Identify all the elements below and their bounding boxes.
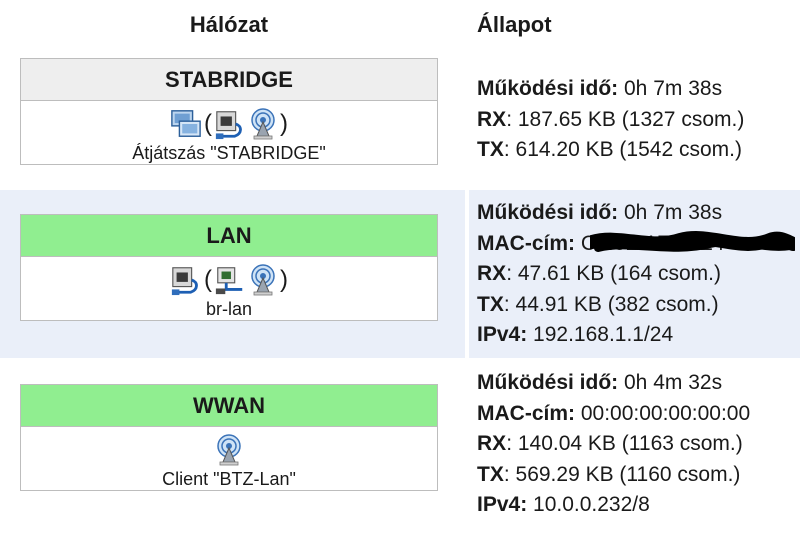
mac-label: MAC-cím: xyxy=(477,401,575,425)
interface-icons: ( ) xyxy=(21,107,437,141)
uptime-label: Működési idő: xyxy=(477,371,619,394)
rx-value: : 47.61 KB (164 csom.) xyxy=(506,262,721,285)
interface-name: WWAN xyxy=(21,385,437,427)
interface-card-wwan[interactable]: WWAN Client "BTZ-Lan" xyxy=(20,384,438,491)
interface-icons: ( ) xyxy=(21,263,437,297)
interface-card-stabridge[interactable]: STABRIDGE ( ) Átjátszás "STABRIDGE" xyxy=(20,58,438,165)
tx-value: : 569.29 KB (1160 csom.) xyxy=(503,462,741,486)
rx-label: RX xyxy=(477,107,507,131)
interface-description: Átjátszás "STABRIDGE" xyxy=(132,143,326,163)
uptime-value: 0h 7m 38s xyxy=(618,77,723,100)
rx-label: RX xyxy=(477,432,507,455)
mac-label: MAC-cím: xyxy=(477,231,575,255)
interface-name: STABRIDGE xyxy=(21,59,437,101)
interface-icons xyxy=(21,433,437,467)
ethernet-icon xyxy=(170,264,202,296)
ipv4-label: IPv4: xyxy=(477,493,528,516)
uptime-label: Működési idő: xyxy=(477,77,619,100)
ethernet-icon xyxy=(214,108,246,140)
tx-label: TX xyxy=(477,462,504,486)
ipv4-value: 192.168.1.1/24 xyxy=(527,323,674,346)
rx-value: : 140.04 KB (1163 csom.) xyxy=(506,432,743,455)
interface-description: Client "BTZ-Lan" xyxy=(162,469,296,489)
rx-label: RX xyxy=(477,262,507,285)
interface-status: Működési idő: 0h 7m 38s MAC-cím: C4:6E:1… xyxy=(477,198,724,351)
rx-value: : 187.65 KB (1327 csom.) xyxy=(506,107,745,131)
interface-row-lan: LAN ( ) br-lan Működési idő: 0h 7m 38s M… xyxy=(0,190,800,358)
ipv4-value: 10.0.0.232/8 xyxy=(527,493,650,516)
table-header: Hálózat Állapot xyxy=(0,0,800,50)
redaction-scribble xyxy=(590,231,795,252)
wifi-icon xyxy=(248,264,278,296)
network-column-header: Hálózat xyxy=(189,12,269,37)
interface-status: Működési idő: 0h 7m 38s RX: 187.65 KB (1… xyxy=(477,74,744,166)
interface-card-lan[interactable]: LAN ( ) br-lan xyxy=(20,214,438,321)
tx-label: TX xyxy=(477,138,504,161)
interface-status: Működési idő: 0h 4m 32s MAC-cím: 00:00:0… xyxy=(477,368,750,521)
mac-value: 00:00:00:00:00:00 xyxy=(575,401,751,425)
tx-value: : 44.91 KB (382 csom.) xyxy=(503,292,719,316)
ipv4-label: IPv4: xyxy=(477,323,528,346)
interface-row-wwan: WWAN Client "BTZ-Lan" Működési idő: 0h 4… xyxy=(0,358,800,535)
interface-row-stabridge: STABRIDGE ( ) Átjátszás "STABRIDGE" Műkö… xyxy=(0,50,800,190)
status-column-header: Állapot xyxy=(477,12,552,37)
switch-icon xyxy=(214,264,246,296)
interface-description: br-lan xyxy=(205,299,253,319)
tx-label: TX xyxy=(477,292,504,316)
tx-value: : 614.20 KB (1542 csom.) xyxy=(503,138,742,161)
uptime-value: 0h 4m 32s xyxy=(618,371,723,394)
bridge-icon xyxy=(170,108,202,140)
wifi-icon xyxy=(214,434,244,466)
wifi-icon xyxy=(248,108,278,140)
uptime-value: 0h 7m 38s xyxy=(618,201,723,224)
interface-name: LAN xyxy=(21,215,437,257)
uptime-label: Működési idő: xyxy=(477,201,619,224)
